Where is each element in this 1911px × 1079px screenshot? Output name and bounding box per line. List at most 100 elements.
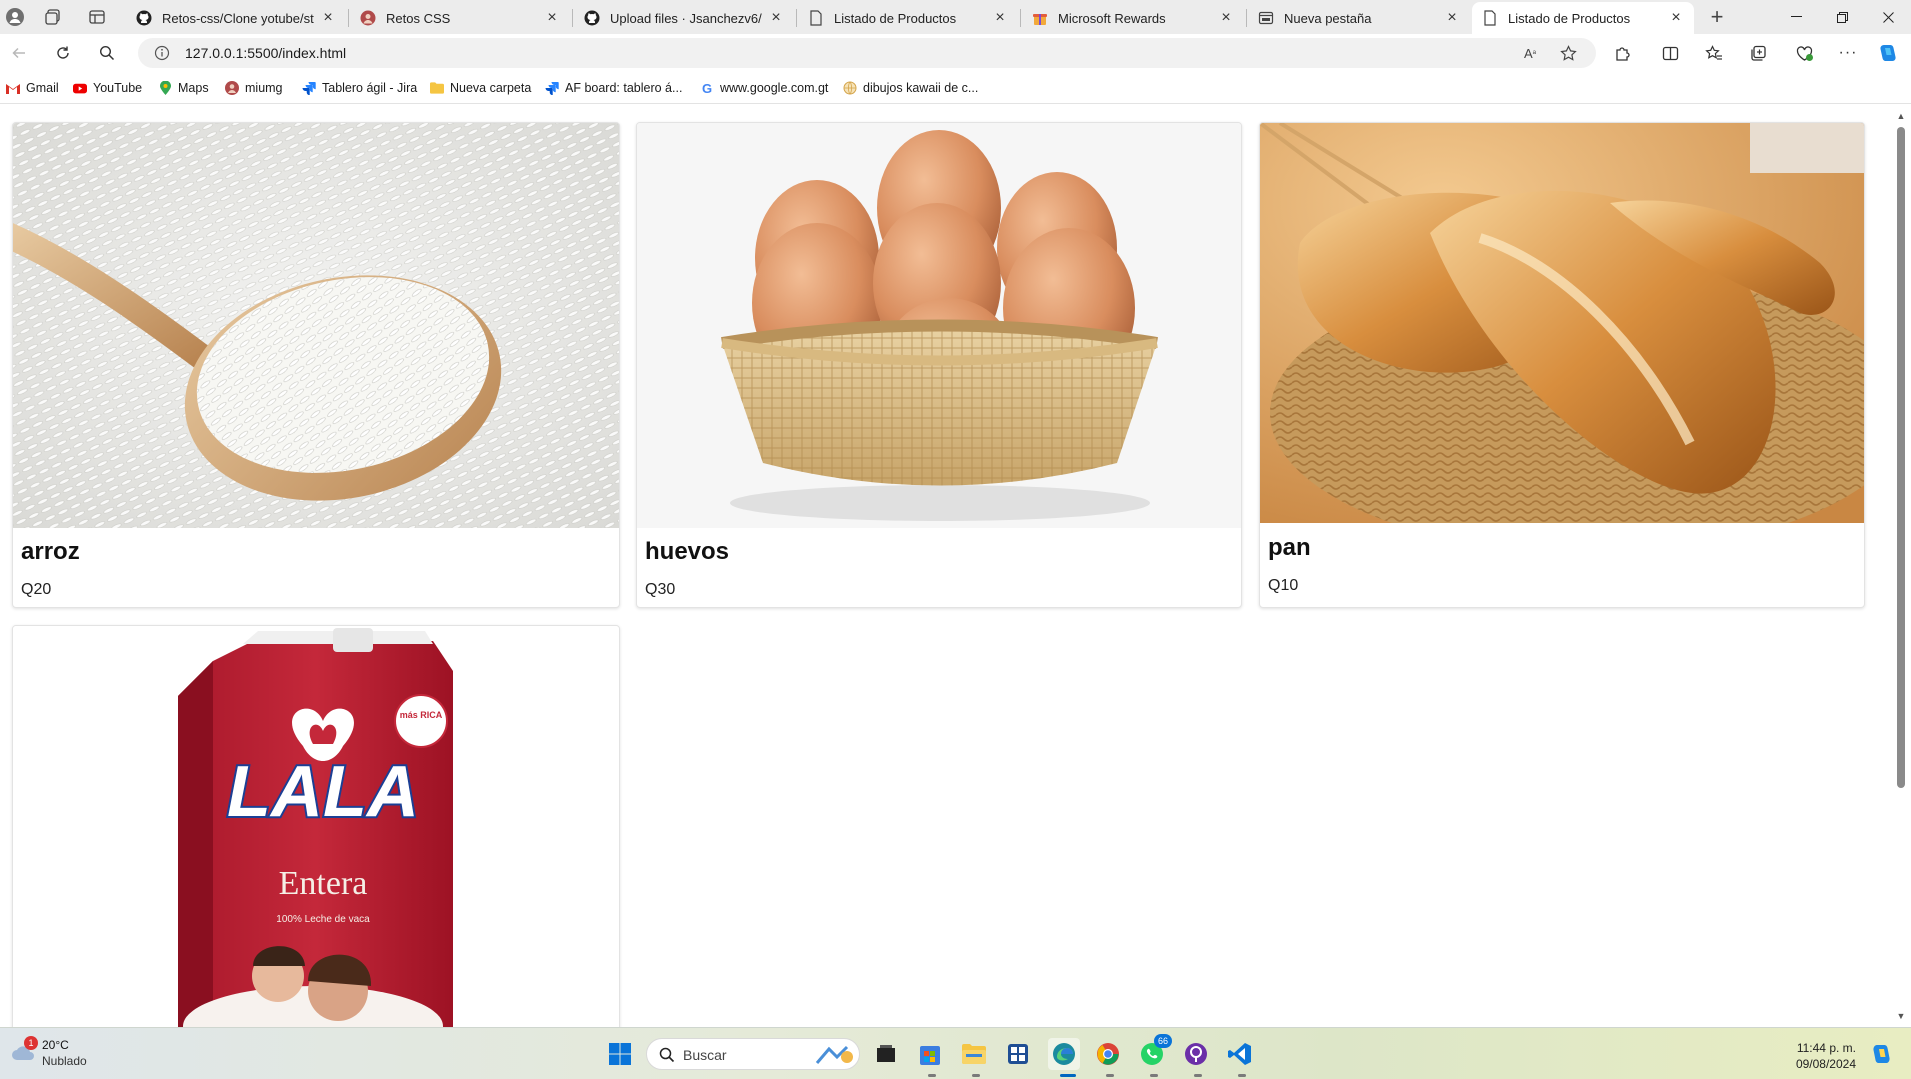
- product-card-pan[interactable]: pan Q10: [1259, 122, 1865, 608]
- site-info-icon[interactable]: [150, 42, 174, 64]
- scroll-thumb[interactable]: [1897, 127, 1905, 788]
- bookmark-miumg[interactable]: miumg: [225, 79, 283, 97]
- favorites-icon[interactable]: [1698, 39, 1730, 67]
- newtab-icon: [1258, 10, 1274, 26]
- chrome-icon[interactable]: [1092, 1038, 1124, 1070]
- close-tab-icon[interactable]: ×: [768, 9, 784, 27]
- url-text[interactable]: 127.0.0.1:5500/index.html: [185, 45, 346, 61]
- more-options-icon[interactable]: ···: [1832, 39, 1864, 67]
- github-icon: [584, 10, 600, 26]
- restore-button[interactable]: [1819, 0, 1865, 34]
- bookmark-label: Maps: [178, 81, 209, 95]
- product-image-bread: [1260, 123, 1864, 523]
- bookmark-youtube[interactable]: YouTube: [73, 79, 142, 97]
- minimize-button[interactable]: [1773, 0, 1819, 34]
- app-icon-calculator[interactable]: [1002, 1038, 1034, 1070]
- clock[interactable]: 11:44 p. m. 09/08/2024: [1760, 1040, 1856, 1072]
- bookmark-gmail[interactable]: Gmail: [6, 79, 59, 97]
- rewards-icon: [1032, 10, 1048, 26]
- edge-browser-icon[interactable]: [1048, 1038, 1080, 1070]
- notification-badge: 66: [1154, 1034, 1172, 1048]
- product-image-rice: [13, 123, 619, 528]
- close-window-button[interactable]: [1865, 0, 1911, 34]
- product-price: Q20: [21, 581, 52, 598]
- whatsapp-icon[interactable]: 66: [1136, 1034, 1172, 1070]
- scroll-up-icon[interactable]: ▲: [1896, 111, 1906, 121]
- copilot-taskbar-icon[interactable]: [1866, 1038, 1898, 1070]
- product-price: Q30: [645, 581, 676, 598]
- browser-essentials-icon[interactable]: [1788, 39, 1820, 67]
- close-tab-icon[interactable]: ×: [1668, 9, 1684, 27]
- profile-icon[interactable]: [2, 5, 28, 29]
- bookmark-label: Nueva carpeta: [450, 81, 532, 95]
- bookmark-label: AF board: tablero á...: [565, 81, 683, 95]
- weather-widget[interactable]: 1 20°C Nublado: [10, 1036, 120, 1072]
- tab-retos-style[interactable]: Retos-css/Clone yotube/style.css ×: [126, 2, 346, 34]
- avatar-icon: [360, 10, 376, 26]
- subtext: 100% Leche de vaca: [276, 914, 370, 925]
- app-icon-purple[interactable]: [1180, 1038, 1212, 1070]
- close-tab-icon[interactable]: ×: [320, 9, 336, 27]
- product-card-huevos[interactable]: huevos Q30: [636, 122, 1242, 608]
- file-explorer-icon[interactable]: [958, 1038, 990, 1070]
- product-card-arroz[interactable]: arroz Q20: [12, 122, 620, 608]
- read-aloud-icon[interactable]: Aᵃ: [1518, 42, 1542, 64]
- page-icon: [1482, 10, 1498, 26]
- close-tab-icon[interactable]: ×: [992, 9, 1008, 27]
- bookmark-label: dibujos kawaii de c...: [863, 81, 979, 95]
- tab-retos-css[interactable]: Retos CSS ×: [350, 2, 570, 34]
- gmail-icon: [6, 81, 20, 95]
- back-button[interactable]: [4, 39, 34, 67]
- taskbar-search[interactable]: Buscar: [646, 1038, 860, 1070]
- folder-icon: [430, 81, 444, 95]
- reload-button[interactable]: [48, 39, 78, 67]
- search-icon: [659, 1047, 675, 1063]
- tab-label: Upload files · Jsanchezv6/Desafio: [610, 10, 762, 26]
- bookmark-label: YouTube: [93, 81, 143, 95]
- avatar-icon: [225, 81, 239, 95]
- bookmark-nueva-carpeta[interactable]: Nueva carpeta: [430, 79, 531, 97]
- product-name: huevos: [645, 538, 730, 565]
- page-scrollbar[interactable]: ▲ ▼: [1891, 105, 1911, 1027]
- search-icon[interactable]: [92, 39, 122, 67]
- tab-microsoft-rewards[interactable]: Microsoft Rewards ×: [1022, 2, 1244, 34]
- tab-nueva-pestana[interactable]: Nueva pestaña ×: [1248, 2, 1470, 34]
- split-screen-icon[interactable]: [1654, 39, 1686, 67]
- address-toolbar: 127.0.0.1:5500/index.html Aᵃ ···: [0, 34, 1911, 72]
- close-tab-icon[interactable]: ×: [544, 9, 560, 27]
- clock-date: 09/08/2024: [1795, 1057, 1856, 1071]
- tab-upload-files[interactable]: Upload files · Jsanchezv6/Desafio ×: [574, 2, 794, 34]
- variant-text: Entera: [279, 865, 368, 902]
- scroll-down-icon[interactable]: ▼: [1896, 1011, 1906, 1021]
- bookmark-dibujos[interactable]: dibujos kawaii de c...: [843, 79, 978, 97]
- extensions-icon[interactable]: [1606, 39, 1638, 67]
- page-icon: [808, 10, 824, 26]
- weather-desc: Nublado: [42, 1054, 87, 1068]
- vscode-icon[interactable]: [1224, 1038, 1256, 1070]
- product-card-leche[interactable]: más RICA LALA Entera 100% Leche de vaca: [12, 625, 620, 1027]
- bookmark-maps[interactable]: Maps: [158, 79, 209, 97]
- bookmark-jira[interactable]: Tablero ágil - Jira: [302, 79, 417, 97]
- bookmarks-bar: Gmail YouTube Maps miumg Tablero ágil - …: [0, 72, 1911, 104]
- app-icon-store[interactable]: [914, 1038, 946, 1070]
- bookmark-label: Tablero ágil - Jira: [322, 81, 418, 95]
- task-view-icon[interactable]: [870, 1038, 902, 1070]
- tab-listado-active[interactable]: Listado de Productos ×: [1472, 2, 1694, 34]
- clock-time: 11:44 p. m.: [1796, 1041, 1856, 1055]
- address-bar[interactable]: 127.0.0.1:5500/index.html Aᵃ: [138, 38, 1596, 68]
- bookmark-google[interactable]: G www.google.com.gt: [700, 79, 828, 97]
- vertical-tabs-icon[interactable]: [84, 5, 110, 29]
- close-tab-icon[interactable]: ×: [1218, 9, 1234, 27]
- new-tab-button[interactable]: +: [1704, 4, 1730, 29]
- windows-taskbar: 1 20°C Nublado Buscar 66 11:44 p. m. 09/…: [0, 1027, 1911, 1079]
- bookmark-af-board[interactable]: AF board: tablero á...: [545, 79, 682, 97]
- copilot-icon[interactable]: [1872, 39, 1904, 67]
- collections-icon[interactable]: [1742, 39, 1774, 67]
- tab-listado-1[interactable]: Listado de Productos ×: [798, 2, 1018, 34]
- globe-icon: [843, 81, 857, 95]
- workspaces-icon[interactable]: [40, 5, 66, 29]
- favorite-star-icon[interactable]: [1556, 42, 1580, 64]
- start-button[interactable]: [604, 1038, 636, 1070]
- product-name: pan: [1268, 534, 1311, 561]
- close-tab-icon[interactable]: ×: [1444, 9, 1460, 27]
